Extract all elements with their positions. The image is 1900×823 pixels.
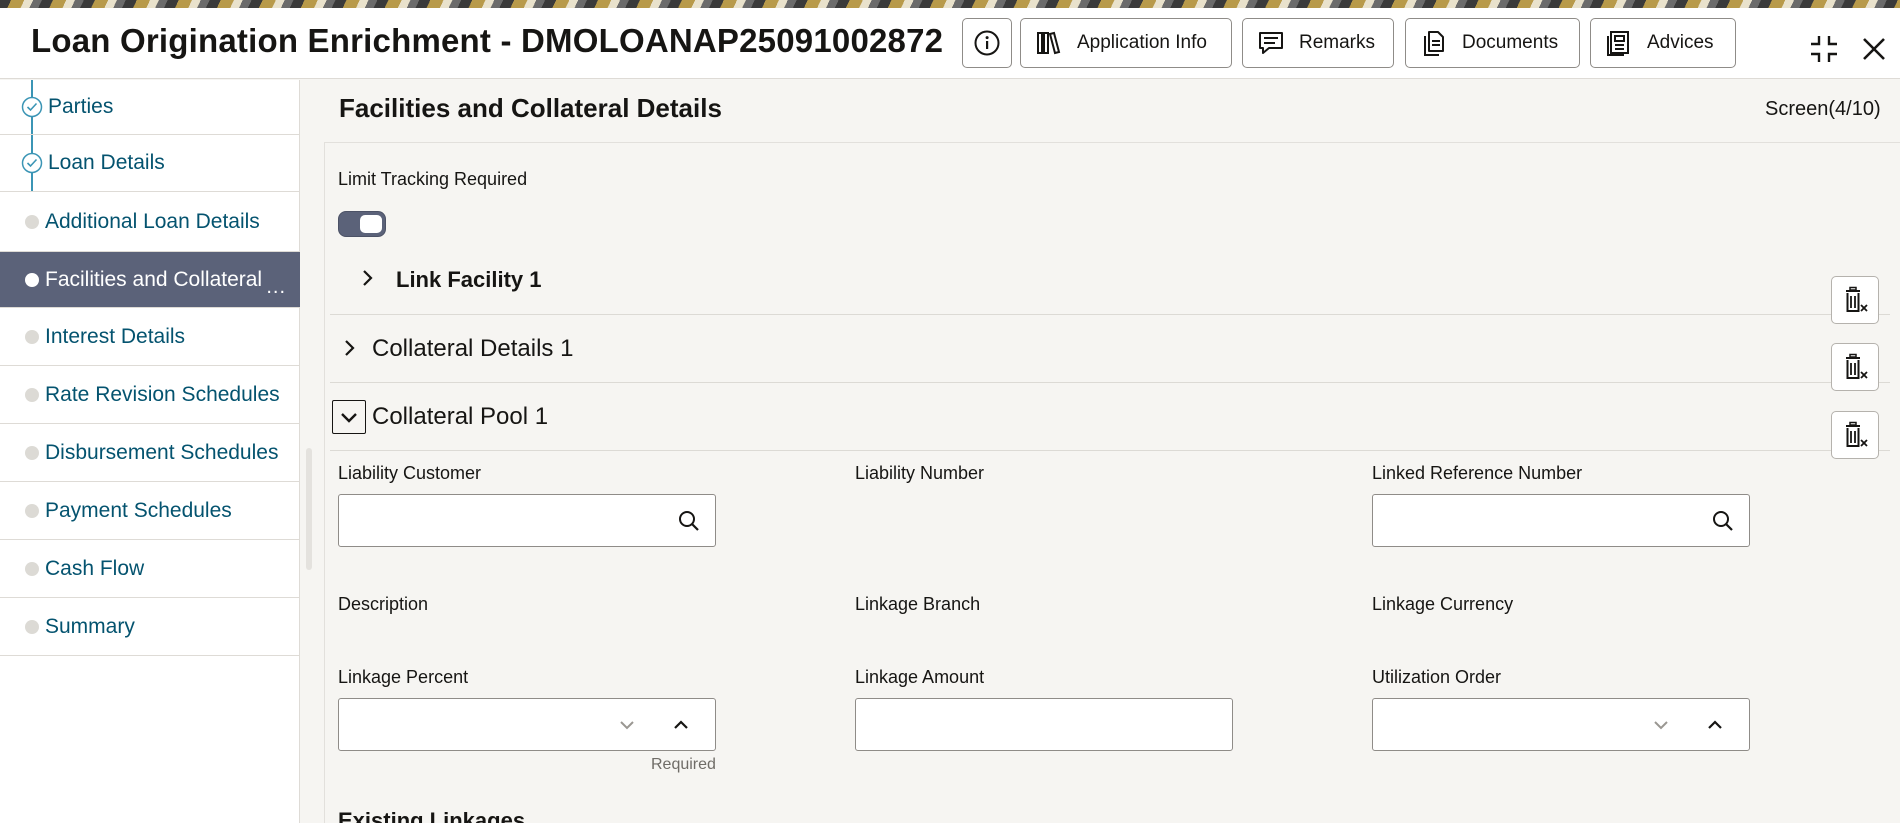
step-dot — [25, 445, 39, 460]
sidebar-item-label: Additional Loan Details — [45, 209, 260, 233]
sidebar-item-facilities-and-collateral[interactable]: Facilities and Collateral ... — [0, 252, 300, 308]
linked-reference-number-label: Linked Reference Number — [1372, 463, 1583, 483]
close-icon[interactable] — [1857, 32, 1891, 66]
remarks-button[interactable]: Remarks — [1242, 18, 1394, 68]
delete-link-facility-button[interactable] — [1831, 276, 1879, 324]
liability-customer-input[interactable] — [339, 495, 715, 546]
page-header-title: Loan Origination Enrichment - DMOLOANAP2… — [31, 22, 944, 59]
delete-icon — [1846, 421, 1868, 447]
linkage-amount-input[interactable] — [856, 699, 1232, 750]
sidebar-item-payment-schedules[interactable]: Payment Schedules — [0, 482, 300, 540]
app-header: Loan Origination Enrichment - DMOLOANAP2… — [0, 8, 1900, 79]
comment-icon — [1257, 29, 1285, 57]
library-icon — [1035, 29, 1063, 57]
application-info-button[interactable]: Application Info — [1020, 18, 1232, 68]
sidebar-item-loan-details[interactable]: Loan Details — [0, 135, 300, 192]
more-indicator: ... — [266, 276, 286, 298]
liability-customer-field — [338, 494, 716, 547]
step-dot — [25, 619, 39, 634]
sidebar-item-additional-loan-details[interactable]: Additional Loan Details — [0, 192, 300, 252]
delete-icon — [1846, 353, 1868, 379]
linked-reference-number-input[interactable] — [1373, 495, 1749, 546]
section-title[interactable]: Link Facility 1 — [396, 267, 542, 293]
step-dot — [25, 329, 39, 344]
liability-customer-label: Liability Customer — [338, 463, 482, 483]
chevron-down-icon[interactable] — [1651, 715, 1671, 735]
link-facility-section: Link Facility 1 — [330, 247, 1890, 315]
step-dot — [25, 272, 39, 287]
section-title[interactable]: Collateral Details 1 — [372, 335, 573, 363]
page-title: Facilities and Collateral Details — [339, 93, 722, 123]
checkmark-icon — [21, 96, 43, 118]
liability-number-label: Liability Number — [855, 463, 985, 483]
section-title[interactable]: Collateral Pool 1 — [372, 403, 548, 431]
chevron-down-icon[interactable] — [332, 400, 366, 434]
sidebar-item-cash-flow[interactable]: Cash Flow — [0, 540, 300, 598]
step-dot — [25, 387, 39, 402]
limit-tracking-label: Limit Tracking Required — [338, 169, 528, 189]
sidebar-scrollbar[interactable] — [306, 448, 312, 570]
linkage-percent-label: Linkage Percent — [338, 667, 469, 687]
advices-icon — [1605, 29, 1633, 57]
documents-icon — [1420, 29, 1448, 57]
search-icon[interactable] — [677, 509, 701, 533]
utilization-order-input[interactable] — [1373, 699, 1749, 750]
linkage-amount-field — [855, 698, 1233, 751]
delete-collateral-details-button[interactable] — [1831, 343, 1879, 391]
collapse-icon[interactable] — [1807, 32, 1841, 66]
remarks-label: Remarks — [1299, 32, 1376, 53]
step-dot — [25, 503, 39, 518]
info-icon — [973, 29, 1001, 57]
utilization-order-field — [1372, 698, 1750, 751]
sidebar-item-summary[interactable]: Summary — [0, 598, 300, 656]
sidebar-item-label: Summary — [45, 614, 135, 638]
screen-counter: Screen(4/10) — [1765, 98, 1881, 120]
info-button[interactable] — [962, 18, 1012, 68]
sidebar-item-label: Facilities and Collateral — [45, 267, 263, 291]
linked-reference-number-field — [1372, 494, 1750, 547]
chevron-up-icon[interactable] — [1705, 715, 1725, 735]
step-dot — [25, 561, 39, 576]
advices-button[interactable]: Advices — [1590, 18, 1736, 68]
collateral-details-section: Collateral Details 1 — [330, 315, 1890, 383]
sidebar-item-parties[interactable]: Parties — [0, 80, 300, 135]
required-hint: Required — [651, 756, 716, 773]
delete-icon — [1846, 286, 1868, 312]
advices-label: Advices — [1647, 32, 1714, 53]
step-dot — [25, 214, 39, 229]
search-icon[interactable] — [1711, 509, 1735, 533]
limit-tracking-toggle[interactable] — [338, 211, 386, 237]
sidebar-item-label: Payment Schedules — [45, 498, 232, 522]
linkage-percent-field — [338, 698, 716, 751]
sidebar-item-label: Loan Details — [48, 151, 165, 174]
sidebar-item-label: Interest Details — [45, 324, 186, 348]
sidebar-item-disbursement-schedules[interactable]: Disbursement Schedules — [0, 424, 300, 482]
linkage-currency-label: Linkage Currency — [1372, 594, 1514, 614]
decorative-banner — [0, 0, 1900, 8]
application-info-label: Application Info — [1077, 32, 1207, 53]
toggle-knob — [360, 215, 382, 233]
chevron-right-icon[interactable] — [356, 267, 378, 289]
chevron-right-icon[interactable] — [338, 337, 360, 359]
sidebar-item-label: Rate Revision Schedules — [45, 382, 280, 406]
sidebar-item-label: Disbursement Schedules — [45, 440, 279, 464]
delete-collateral-pool-button[interactable] — [1831, 411, 1879, 459]
existing-linkages-heading: Existing Linkages — [338, 808, 526, 823]
sidebar-item-label: Parties — [48, 95, 114, 118]
sidebar-item-label: Cash Flow — [45, 556, 145, 580]
checkmark-icon — [21, 152, 43, 174]
documents-button[interactable]: Documents — [1405, 18, 1580, 68]
collateral-pool-section: Collateral Pool 1 — [330, 383, 1890, 451]
utilization-order-label: Utilization Order — [1372, 667, 1502, 687]
description-label: Description — [338, 594, 429, 614]
sidebar-item-rate-revision-schedules[interactable]: Rate Revision Schedules — [0, 366, 300, 424]
chevron-up-icon[interactable] — [671, 715, 691, 735]
documents-label: Documents — [1462, 32, 1559, 53]
sidebar-item-interest-details[interactable]: Interest Details — [0, 308, 300, 366]
linkage-percent-input[interactable] — [339, 699, 715, 750]
linkage-amount-label: Linkage Amount — [855, 667, 985, 687]
chevron-down-icon[interactable] — [617, 715, 637, 735]
linkage-branch-label: Linkage Branch — [855, 594, 981, 614]
train-stop-sidebar: Parties Loan Details Additional Loan Det… — [0, 80, 300, 823]
